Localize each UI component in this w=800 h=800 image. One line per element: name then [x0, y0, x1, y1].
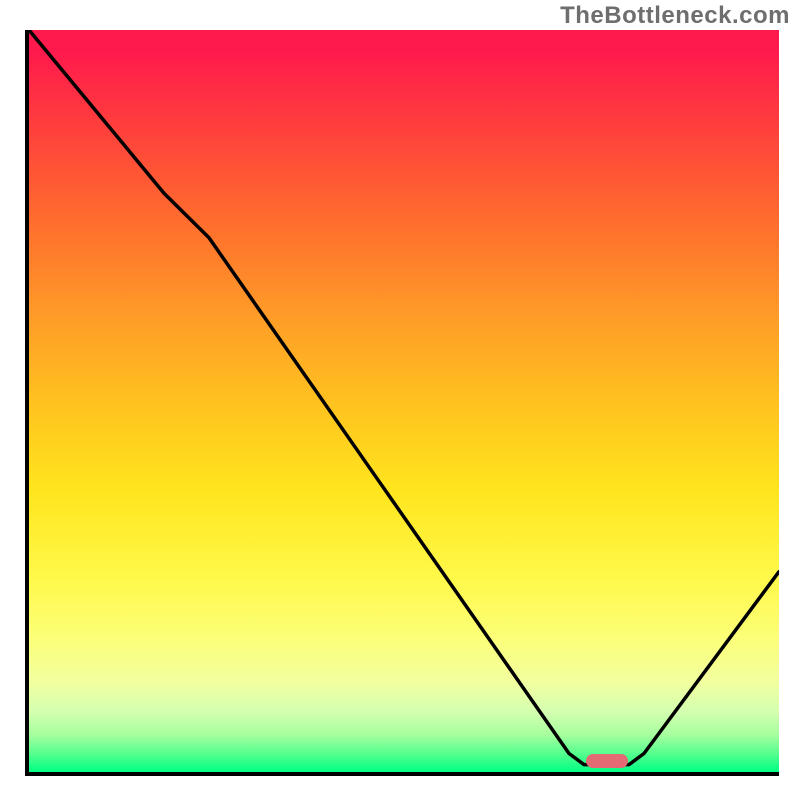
chart-container: TheBottleneck.com: [0, 0, 800, 800]
watermark-text: TheBottleneck.com: [560, 2, 790, 30]
optimum-marker: [586, 754, 628, 768]
plot-area: [25, 30, 779, 776]
curve-path: [29, 30, 779, 765]
curve-svg: [29, 30, 779, 772]
